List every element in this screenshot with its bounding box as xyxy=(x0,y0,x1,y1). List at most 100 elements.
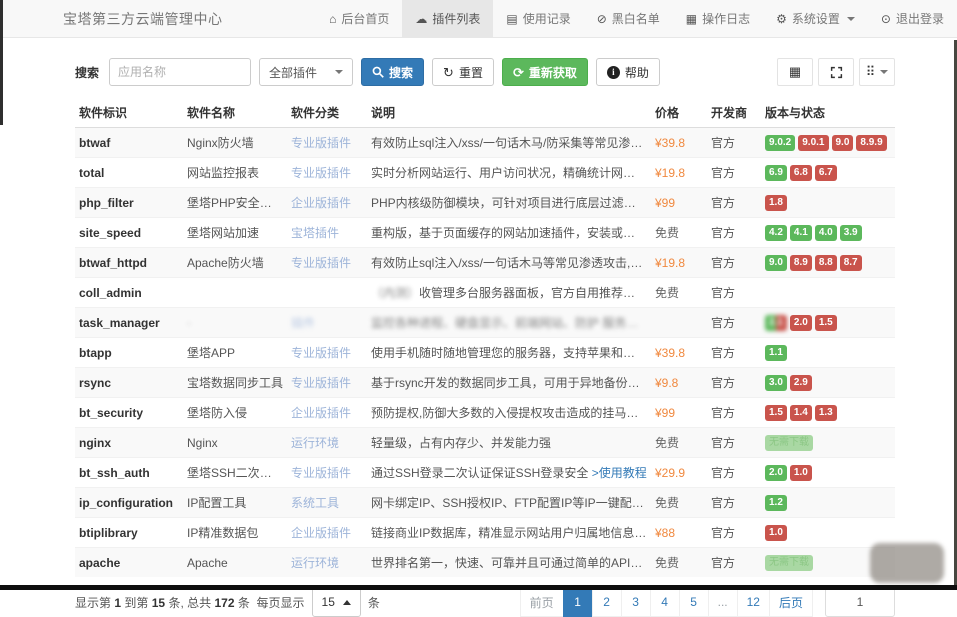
category-link[interactable]: 专业版插件 xyxy=(291,136,351,150)
goto-page-input[interactable] xyxy=(825,587,895,617)
version-badge[interactable]: 9.0 xyxy=(765,255,787,271)
plugin-name-cell: 堡塔网站加速 xyxy=(183,218,287,248)
plugin-name-cell: IP精准数据包 xyxy=(183,518,287,548)
price-cell: 免费 xyxy=(651,488,707,518)
pagination-next[interactable]: 后页 xyxy=(769,587,813,617)
table-row: btapp堡塔APP专业版插件使用手机随时随地管理您的服务器，支持苹果和安卓 >… xyxy=(75,338,895,368)
fullscreen-button[interactable] xyxy=(818,58,854,86)
developer-cell: 官方 xyxy=(707,548,761,578)
version-badge[interactable]: 6.7 xyxy=(815,165,837,181)
version-badge[interactable]: 1.2 xyxy=(765,495,787,511)
version-badge[interactable]: 9.0.1 xyxy=(798,135,828,151)
pagination-page-5[interactable]: 5 xyxy=(679,587,709,617)
columns-button[interactable]: ⠿ xyxy=(859,58,895,86)
description-link[interactable]: > 组... xyxy=(650,346,651,360)
price-cell: ¥19.8 xyxy=(651,158,707,188)
versions-cell: 2.01.0 xyxy=(761,458,895,488)
refetch-button[interactable]: ⟳ 重新获取 xyxy=(502,58,588,86)
version-badge[interactable]: 3.0 xyxy=(765,375,787,391)
version-badge[interactable]: 6.9 xyxy=(765,165,787,181)
category-link[interactable]: 专业版插件 xyxy=(291,376,351,390)
category-link[interactable]: 企业版插件 xyxy=(291,526,351,540)
record-info: 显示第 1 到第 15 条, 总共 172 条 每页显示 xyxy=(75,594,305,611)
plugin-id-cell: total xyxy=(75,158,183,188)
category-filter-value: 全部插件 xyxy=(269,64,317,81)
pagination-page-3[interactable]: 3 xyxy=(621,587,651,617)
category-link[interactable]: 系统工具 xyxy=(291,496,339,510)
category-link[interactable]: 宝塔插件 xyxy=(291,226,339,240)
nav-item-5[interactable]: ▦操作日志 xyxy=(673,0,763,37)
plugin-category-cell: 专业版插件 xyxy=(287,368,367,398)
description-link[interactable]: >使用教程 xyxy=(592,466,647,480)
description-text: 预防提权,防御大多数的入侵提权攻击造成的挂马和被挖矿... xyxy=(371,406,651,420)
nav-item-7[interactable]: ⊙退出登录 xyxy=(868,0,957,37)
search-input[interactable] xyxy=(109,58,251,86)
version-badge[interactable]: 8.9 xyxy=(790,255,812,271)
version-badge[interactable]: 1.8 xyxy=(765,195,787,211)
description-text: 世界排名第一，快速、可靠并且可通过简单的API扩充 xyxy=(371,556,651,570)
nav-item-3[interactable]: ▤使用记录 xyxy=(493,0,583,37)
version-badge[interactable]: 1.5 xyxy=(815,315,837,331)
category-link[interactable]: 专业版插件 xyxy=(291,256,351,270)
version-badge[interactable]: 2.0 xyxy=(790,315,812,331)
version-badge[interactable]: 1.1 xyxy=(765,345,787,361)
price-cell: ¥99 xyxy=(651,398,707,428)
main-nav: ⌂后台首页☁插件列表▤使用记录⊘黑白名单▦操作日志⚙系统设置⊙退出登录 xyxy=(316,0,957,37)
version-badge[interactable]: 1.0 xyxy=(790,465,812,481)
category-link[interactable]: 运行环境 xyxy=(291,436,339,450)
description-text: 有效防止sql注入/xss/一句话木马/防采集等常见渗透攻击... xyxy=(371,136,651,150)
pagination-page-4[interactable]: 4 xyxy=(650,587,680,617)
table-view-button[interactable]: ▦ xyxy=(777,58,813,86)
versions-cell: 9.0.29.0.19.08.9.9 xyxy=(761,128,895,158)
category-link[interactable]: 企业版插件 xyxy=(291,406,351,420)
version-badge[interactable]: 8.8 xyxy=(815,255,837,271)
nav-item-4[interactable]: ⊘黑白名单 xyxy=(584,0,673,37)
version-badge[interactable]: 4.0 xyxy=(815,225,837,241)
search-button[interactable]: 搜索 xyxy=(361,58,424,86)
version-badge[interactable]: 2.1 xyxy=(765,315,787,331)
category-link[interactable]: 专业版插件 xyxy=(291,346,351,360)
pagination-page-2[interactable]: 2 xyxy=(592,587,622,617)
plugin-category-cell: 企业版插件 xyxy=(287,518,367,548)
version-badge[interactable]: 4.1 xyxy=(790,225,812,241)
nav-item-1[interactable]: ⌂后台首页 xyxy=(316,0,402,37)
table-row: coll_admin（内测）收管理多台服务器面板，官方自用推荐，以及其...免费… xyxy=(75,278,895,308)
version-badge[interactable]: 1.4 xyxy=(790,405,812,421)
help-button[interactable]: i 帮助 xyxy=(596,58,660,86)
description-text: 通过SSH登录二次认证保证SSH登录安全 xyxy=(371,466,592,480)
pagination-page-1[interactable]: 1 xyxy=(563,587,593,617)
version-badge[interactable]: 3.9 xyxy=(840,225,862,241)
table-row: bt_security堡塔防入侵企业版插件预防提权,防御大多数的入侵提权攻击造成… xyxy=(75,398,895,428)
table-row: task_manager·插件监控各种进程、硬盘显示、前端网站、防护 服务，..… xyxy=(75,308,895,338)
category-link[interactable]: 专业版插件 xyxy=(291,166,351,180)
category-link[interactable]: 企业版插件 xyxy=(291,196,351,210)
version-badge[interactable]: 9.0 xyxy=(832,135,854,151)
version-badge[interactable]: 1.3 xyxy=(815,405,837,421)
category-link[interactable]: 插件 xyxy=(291,316,315,330)
version-badge[interactable]: 8.9.9 xyxy=(856,135,886,151)
version-badge[interactable]: 2.0 xyxy=(765,465,787,481)
version-badge[interactable]: 6.8 xyxy=(790,165,812,181)
version-badge[interactable]: 无需下载 xyxy=(765,555,813,571)
reset-button[interactable]: ↻ 重置 xyxy=(432,58,494,86)
version-badge[interactable]: 8.7 xyxy=(840,255,862,271)
version-badge[interactable]: 9.0.2 xyxy=(765,135,795,151)
plugin-id-cell: site_speed xyxy=(75,218,183,248)
version-badge[interactable]: 1.5 xyxy=(765,405,787,421)
plugin-name-cell: 堡塔防入侵 xyxy=(183,398,287,428)
category-link[interactable]: 专业版插件 xyxy=(291,466,351,480)
category-link[interactable]: 运行环境 xyxy=(291,556,339,570)
plugin-category-cell: 专业版插件 xyxy=(287,248,367,278)
version-badge[interactable]: 1.0 xyxy=(765,525,787,541)
home-icon: ⌂ xyxy=(329,12,336,26)
plugin-category-cell: 插件 xyxy=(287,308,367,338)
column-header-4: 说明 xyxy=(367,98,651,128)
category-filter-select[interactable]: 全部插件 xyxy=(259,58,353,86)
nav-item-6[interactable]: ⚙系统设置 xyxy=(763,0,868,37)
page-size-select[interactable]: 15 xyxy=(312,587,361,617)
version-badge[interactable]: 4.2 xyxy=(765,225,787,241)
version-badge[interactable]: 2.9 xyxy=(790,375,812,391)
nav-item-2[interactable]: ☁插件列表 xyxy=(402,0,493,37)
pagination-page-12[interactable]: 12 xyxy=(737,587,770,617)
version-badge[interactable]: 无需下载 xyxy=(765,435,813,451)
